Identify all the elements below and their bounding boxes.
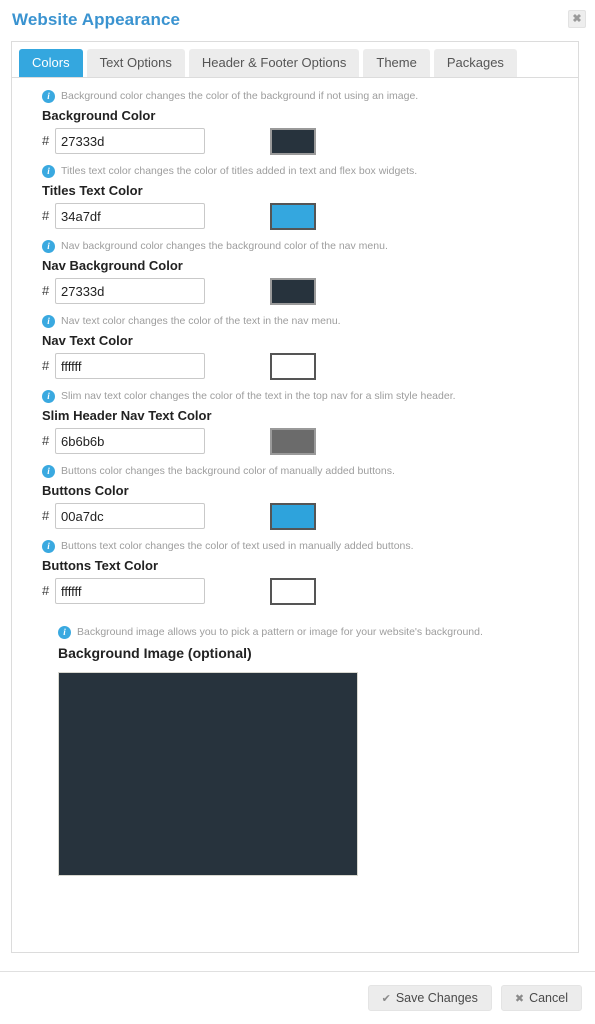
hint-text: Buttons color changes the background col… bbox=[61, 465, 395, 477]
modal-footer: ✔ Save Changes ✖ Cancel bbox=[0, 972, 595, 1024]
field-label: Background Color bbox=[42, 108, 156, 123]
slim-header-nav-text-color-input[interactable] bbox=[55, 428, 205, 454]
hint-text: Background image allows you to pick a pa… bbox=[77, 626, 483, 638]
info-icon: i bbox=[58, 626, 71, 639]
close-icon[interactable]: ✖ bbox=[568, 10, 586, 28]
field-label: Buttons Text Color bbox=[42, 558, 159, 573]
hash-prefix: # bbox=[42, 208, 50, 223]
tab-label: Colors bbox=[32, 55, 70, 70]
color-fields-list: i Background color changes the color of t… bbox=[12, 90, 578, 605]
background-image-preview[interactable] bbox=[58, 672, 358, 876]
buttons-color-swatch[interactable] bbox=[270, 502, 316, 530]
input-row: # bbox=[42, 202, 578, 230]
input-row: # bbox=[42, 577, 578, 605]
nav-text-color-swatch[interactable] bbox=[270, 352, 316, 380]
titles-text-color-input[interactable] bbox=[55, 203, 205, 229]
info-icon: i bbox=[42, 315, 55, 328]
hint-text: Buttons text color changes the color of … bbox=[61, 540, 414, 552]
close-icon: ✖ bbox=[514, 993, 525, 1005]
field-hint: i Nav text color changes the color of the… bbox=[42, 315, 578, 328]
hash-prefix: # bbox=[42, 433, 50, 448]
tab-text-options[interactable]: Text Options bbox=[86, 49, 185, 77]
input-row: # bbox=[42, 427, 578, 455]
tab-packages[interactable]: Packages bbox=[433, 49, 517, 77]
buttons-color-input[interactable] bbox=[55, 503, 205, 529]
tab-label: Text Options bbox=[99, 55, 172, 70]
field-slim-header-nav-text-color: i Slim nav text color changes the color o… bbox=[12, 390, 578, 455]
field-hint: i Nav background color changes the backgr… bbox=[42, 240, 578, 253]
hash-prefix: # bbox=[42, 133, 50, 148]
website-appearance-modal: Website Appearance ✖ Colors Text Options H… bbox=[0, 0, 595, 1024]
input-row: # bbox=[42, 277, 578, 305]
hash-prefix: # bbox=[42, 358, 50, 373]
field-label: Titles Text Color bbox=[42, 183, 143, 198]
field-label: Nav Text Color bbox=[42, 333, 133, 348]
save-button-label: Save Changes bbox=[395, 991, 478, 1005]
slim-header-nav-text-color-swatch[interactable] bbox=[270, 427, 316, 455]
titles-text-color-swatch[interactable] bbox=[270, 202, 316, 230]
hint-text: Titles text color changes the color of t… bbox=[61, 165, 418, 177]
field-label: Buttons Color bbox=[42, 483, 129, 498]
background-color-input[interactable] bbox=[55, 128, 205, 154]
input-row: # bbox=[42, 352, 578, 380]
field-hint: i Slim nav text color changes the color o… bbox=[42, 390, 578, 403]
check-icon: ✔ bbox=[381, 993, 391, 1005]
field-titles-text-color: i Titles text color changes the color of … bbox=[12, 165, 578, 230]
nav-background-color-swatch[interactable] bbox=[270, 277, 316, 305]
info-icon: i bbox=[42, 540, 55, 553]
nav-text-color-input[interactable] bbox=[55, 353, 205, 379]
buttons-text-color-input[interactable] bbox=[55, 578, 205, 604]
cancel-button-label: Cancel bbox=[529, 991, 568, 1005]
field-buttons-color: i Buttons color changes the background co… bbox=[12, 465, 578, 530]
hint-text: Slim nav text color changes the color of… bbox=[61, 390, 456, 402]
tab-label: Theme bbox=[376, 55, 417, 70]
field-hint: i Buttons text color changes the color of… bbox=[42, 540, 578, 553]
modal-header: Website Appearance ✖ bbox=[0, 0, 595, 38]
tab-theme[interactable]: Theme bbox=[363, 49, 430, 77]
tab-bar: Colors Text Options Header & Footer Option… bbox=[12, 42, 578, 77]
hash-prefix: # bbox=[42, 583, 50, 598]
save-button[interactable]: ✔ Save Changes bbox=[367, 985, 492, 1011]
field-hint: i Titles text color changes the color of … bbox=[42, 165, 578, 178]
info-icon: i bbox=[42, 240, 55, 253]
field-label: Nav Background Color bbox=[42, 258, 183, 273]
tab-colors[interactable]: Colors bbox=[19, 49, 83, 77]
field-nav-text-color: i Nav text color changes the color of the… bbox=[12, 315, 578, 380]
background-image-hint: i Background image allows you to pick a … bbox=[58, 626, 578, 639]
hash-prefix: # bbox=[42, 283, 50, 298]
field-hint: i Buttons color changes the background co… bbox=[42, 465, 578, 478]
info-icon: i bbox=[42, 465, 55, 478]
tab-label: Packages bbox=[446, 55, 504, 70]
field-label: Slim Header Nav Text Color bbox=[42, 408, 212, 423]
settings-panel: Colors Text Options Header & Footer Option… bbox=[11, 41, 579, 953]
field-hint: i Background color changes the color of t… bbox=[42, 90, 578, 103]
background-image-section: i Background image allows you to pick a … bbox=[12, 626, 578, 876]
background-image-label: Background Image (optional) bbox=[58, 645, 252, 661]
input-row: # bbox=[42, 127, 578, 155]
cancel-button[interactable]: ✖ Cancel bbox=[500, 985, 582, 1011]
info-icon: i bbox=[42, 390, 55, 403]
page-title: Website Appearance bbox=[12, 10, 181, 29]
tab-header-footer-options[interactable]: Header & Footer Options bbox=[188, 49, 360, 77]
field-nav-background-color: i Nav background color changes the backgr… bbox=[12, 240, 578, 305]
field-background-color: i Background color changes the color of t… bbox=[12, 90, 578, 155]
input-row: # bbox=[42, 502, 578, 530]
hint-text: Background color changes the color of th… bbox=[61, 90, 419, 102]
tab-label: Header & Footer Options bbox=[201, 55, 347, 70]
hash-prefix: # bbox=[42, 508, 50, 523]
buttons-text-color-swatch[interactable] bbox=[270, 577, 316, 605]
field-buttons-text-color: i Buttons text color changes the color of… bbox=[12, 540, 578, 605]
hint-text: Nav background color changes the backgro… bbox=[61, 240, 388, 252]
info-icon: i bbox=[42, 165, 55, 178]
hint-text: Nav text color changes the color of the … bbox=[61, 315, 341, 327]
info-icon: i bbox=[42, 90, 55, 103]
colors-form: i Background color changes the color of t… bbox=[12, 78, 578, 952]
background-color-swatch[interactable] bbox=[270, 127, 316, 155]
nav-background-color-input[interactable] bbox=[55, 278, 205, 304]
